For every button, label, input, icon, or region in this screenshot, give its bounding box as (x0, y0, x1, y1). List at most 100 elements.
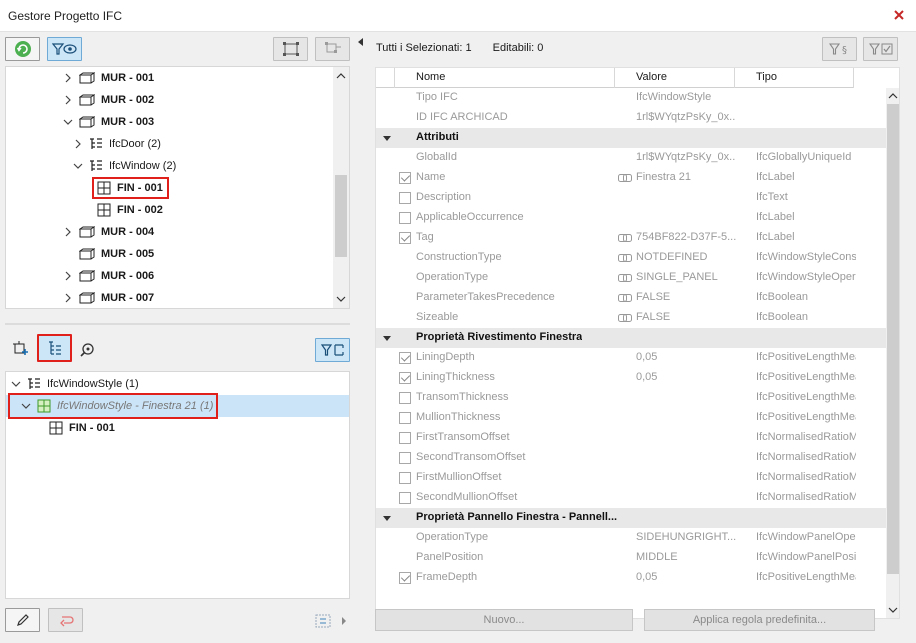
collapse-triangle-icon[interactable] (382, 513, 392, 523)
property-name: FirstTransomOffset (416, 431, 510, 443)
chevron-down-icon[interactable] (886, 603, 900, 617)
property-row[interactable]: Sizeable FALSE IfcBoolean (376, 308, 886, 328)
tree-item-mur-001[interactable]: MUR - 001 (63, 67, 154, 89)
collapse-arrow-icon[interactable] (358, 38, 363, 46)
filter-checked-button[interactable] (863, 37, 898, 61)
edit-button[interactable] (5, 608, 40, 632)
chevron-right-icon[interactable] (63, 73, 73, 83)
filter-hierarchy-button[interactable] (315, 338, 350, 362)
filter-property-button[interactable]: § (822, 37, 857, 61)
property-type: IfcText (756, 191, 788, 203)
property-row[interactable]: GlobalId 1rl$WYqtzPsKy_0x... IfcGloballyUn… (376, 148, 886, 168)
header-name[interactable]: Nome (416, 71, 445, 83)
property-checkbox[interactable] (399, 392, 411, 404)
tree-item-mur-005[interactable]: MUR - 005 (79, 243, 154, 265)
tree-item-mur-002[interactable]: MUR - 002 (63, 89, 154, 111)
select-related-button[interactable] (315, 37, 350, 61)
tree-item-fin-001[interactable]: FIN - 001 (49, 417, 115, 439)
tree-item-mur-006[interactable]: MUR - 006 (63, 265, 154, 287)
collapse-triangle-icon[interactable] (382, 333, 392, 343)
property-checkbox[interactable] (399, 232, 411, 244)
property-row[interactable]: Description IfcText (376, 188, 886, 208)
property-checkbox[interactable] (399, 172, 411, 184)
property-row[interactable]: OperationType SINGLE_PANEL IfcWindowStyleO… (376, 268, 886, 288)
tree-item-fin-002[interactable]: FIN - 002 (97, 199, 163, 221)
close-icon[interactable] (892, 8, 906, 22)
property-row[interactable]: ConstructionType NOTDEFINED IfcWindowStyle… (376, 248, 886, 268)
property-name: Description (416, 191, 472, 203)
scrollbar-thumb[interactable] (335, 175, 347, 257)
property-row[interactable]: FirstMullionOffset IfcNormalisedRatioMeas… (376, 468, 886, 488)
header-value[interactable]: Valore (636, 71, 667, 83)
chevron-right-icon[interactable] (63, 227, 73, 237)
property-value: SIDEHUNGRIGHT... (636, 531, 736, 543)
undo-button[interactable] (48, 608, 83, 632)
chevron-right-icon[interactable] (63, 95, 73, 105)
chevron-right-icon[interactable] (63, 271, 73, 281)
search-icon[interactable] (80, 342, 95, 357)
property-checkbox[interactable] (399, 492, 411, 504)
type-hierarchy-icon (90, 160, 102, 171)
property-checkbox[interactable] (399, 352, 411, 364)
layout-options-icon[interactable] (314, 613, 350, 629)
property-checkbox[interactable] (399, 412, 411, 424)
panel-splitter[interactable] (357, 32, 366, 643)
property-checkbox[interactable] (399, 432, 411, 444)
wall-icon (79, 270, 95, 282)
tree-item-mur-003[interactable]: MUR - 003 (63, 111, 154, 133)
section-header[interactable]: Proprietà Rivestimento Finestra (376, 328, 886, 348)
property-value: NOTDEFINED (636, 251, 708, 263)
property-row[interactable]: Tag 754BF822-D37F-5... IfcLabel (376, 228, 886, 248)
chevron-down-icon[interactable] (11, 379, 21, 389)
add-element-icon[interactable] (12, 340, 30, 358)
panel-divider[interactable] (5, 323, 350, 325)
collapse-triangle-icon[interactable] (382, 133, 392, 143)
filter-view-button[interactable] (47, 37, 82, 61)
property-row[interactable]: SecondMullionOffset IfcNormalisedRatioMea… (376, 488, 886, 508)
property-checkbox[interactable] (399, 572, 411, 584)
property-row[interactable]: ID IFC ARCHICAD 1rl$WYqtzPsKy_0x... (376, 108, 886, 128)
property-row[interactable]: MullionThickness IfcPositiveLengthMeasure (376, 408, 886, 428)
scrollbar-thumb[interactable] (887, 104, 899, 574)
chevron-down-icon[interactable] (333, 292, 349, 306)
property-row[interactable]: Tipo IFC IfcWindowStyle (376, 88, 886, 108)
apply-default-rule-button[interactable]: Applica regola predefinita... (644, 609, 875, 631)
property-row[interactable]: OperationType SIDEHUNGRIGHT... IfcWindowPa… (376, 528, 886, 548)
tree-scrollbar[interactable] (333, 67, 349, 308)
property-row[interactable]: LiningDepth 0,05 IfcPositiveLengthMeasure (376, 348, 886, 368)
property-row[interactable]: LiningThickness 0,05 IfcPositiveLengthMeas… (376, 368, 886, 388)
property-row[interactable]: ApplicableOccurrence IfcLabel (376, 208, 886, 228)
tree-item-ifcwindow[interactable]: IfcWindow (2) (73, 155, 176, 177)
hierarchy-view-button[interactable] (37, 334, 72, 362)
property-checkbox[interactable] (399, 212, 411, 224)
chevron-up-icon[interactable] (333, 69, 349, 83)
property-row[interactable]: FrameDepth 0,05 IfcPositiveLengthMeasure (376, 568, 886, 588)
property-row[interactable]: ParameterTakesPrecedence FALSE IfcBoolean (376, 288, 886, 308)
property-row[interactable]: PanelPosition MIDDLE IfcWindowPanelPositio… (376, 548, 886, 568)
property-row[interactable]: TransomThickness IfcPositiveLengthMeasure (376, 388, 886, 408)
property-checkbox[interactable] (399, 452, 411, 464)
property-name: SecondMullionOffset (416, 491, 518, 503)
chevron-up-icon[interactable] (886, 89, 900, 103)
property-checkbox[interactable] (399, 472, 411, 484)
tree-item-ifcwindowstyle[interactable]: IfcWindowStyle (1) (11, 373, 139, 395)
property-row[interactable]: Name Finestra 21 IfcLabel (376, 168, 886, 188)
chevron-down-icon[interactable] (63, 117, 73, 127)
tree-item-mur-004[interactable]: MUR - 004 (63, 221, 154, 243)
property-row[interactable]: SecondTransomOffset IfcNormalisedRatioMea… (376, 448, 886, 468)
refresh-button[interactable] (5, 37, 40, 61)
header-type[interactable]: Tipo (756, 71, 777, 83)
section-header[interactable]: Proprietà Pannello Finestra - Pannell... (376, 508, 886, 528)
tree-item-mur-007[interactable]: MUR - 007 (63, 287, 154, 308)
property-row[interactable]: FirstTransomOffset IfcNormalisedRatioMeas… (376, 428, 886, 448)
chevron-right-icon[interactable] (63, 293, 73, 303)
property-checkbox[interactable] (399, 192, 411, 204)
property-checkbox[interactable] (399, 372, 411, 384)
chevron-down-icon[interactable] (73, 161, 83, 171)
select-all-button[interactable] (273, 37, 308, 61)
section-header[interactable]: Attributi (376, 128, 886, 148)
tree-item-ifcdoor[interactable]: IfcDoor (2) (73, 133, 161, 155)
grid-scrollbar[interactable] (886, 88, 900, 618)
chevron-right-icon[interactable] (73, 139, 83, 149)
new-button[interactable]: Nuovo... (375, 609, 633, 631)
